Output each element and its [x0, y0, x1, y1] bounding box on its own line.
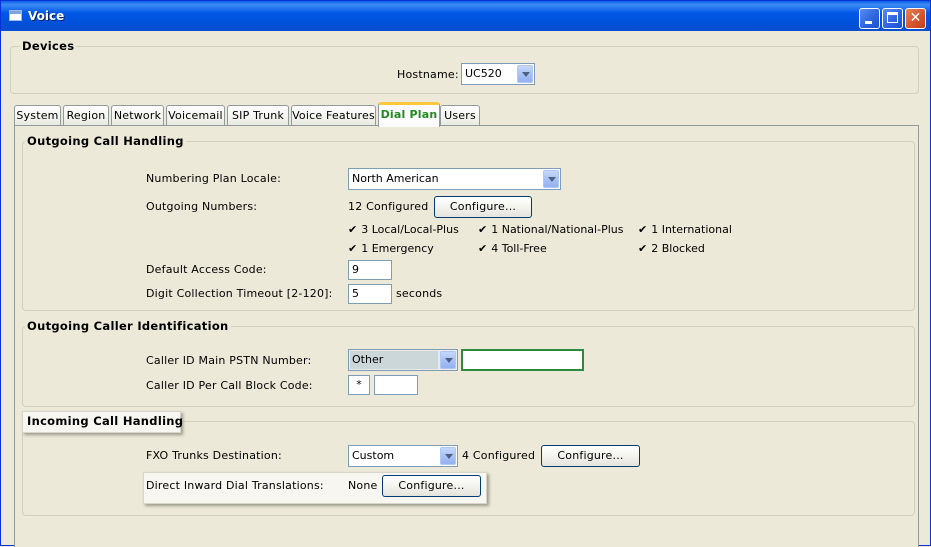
chevron-down-icon: [440, 351, 456, 369]
check-blocked-text: 2 Blocked: [651, 242, 705, 255]
default-access-code-label: Default Access Code:: [146, 263, 267, 276]
fxo-trunks-destination-select[interactable]: Custom: [348, 445, 458, 467]
fxo-trunks-configure-button[interactable]: Configure...: [541, 445, 640, 467]
checkmark-icon: ✔: [638, 242, 648, 255]
maximize-icon: [887, 12, 898, 23]
fxo-trunks-destination-value: Custom: [352, 449, 395, 462]
outgoing-caller-id-legend: Outgoing Caller Identification: [25, 319, 231, 333]
digit-timeout-label: Digit Collection Timeout [2-120]:: [146, 287, 333, 300]
chevron-down-icon: [440, 447, 456, 465]
digit-timeout-input[interactable]: 5: [348, 284, 392, 304]
did-translations-label: Direct Inward Dial Translations:: [146, 479, 324, 492]
tab-users[interactable]: Users: [440, 105, 480, 126]
chevron-down-icon: [517, 65, 533, 83]
maximize-button[interactable]: [882, 8, 903, 29]
did-translations-configure-button[interactable]: Configure...: [382, 475, 481, 497]
outgoing-numbers-configure-button[interactable]: Configure...: [434, 196, 532, 218]
tab-sip-trunk[interactable]: SIP Trunk: [227, 105, 289, 126]
check-national-text: 1 National/National-Plus: [491, 223, 624, 236]
check-international-text: 1 International: [651, 223, 732, 236]
outgoing-call-handling-legend: Outgoing Call Handling: [25, 134, 186, 148]
caller-id-block-code-prefix: *: [348, 375, 370, 395]
incoming-call-handling-legend: Incoming Call Handling: [27, 414, 184, 428]
tab-voice-features[interactable]: Voice Features: [291, 105, 376, 126]
tab-voicemail[interactable]: Voicemail: [166, 105, 225, 126]
app-icon: [9, 10, 22, 21]
check-toll-free-text: 4 Toll-Free: [491, 242, 547, 255]
check-emergency: ✔ 1 Emergency: [348, 242, 434, 255]
fxo-trunks-destination-label: FXO Trunks Destination:: [146, 449, 282, 462]
tab-system[interactable]: System: [14, 105, 61, 126]
default-access-code-input[interactable]: 9: [348, 260, 392, 280]
check-international: ✔ 1 International: [638, 223, 732, 236]
chevron-down-icon: [543, 170, 559, 188]
checkmark-icon: ✔: [348, 242, 358, 255]
tab-region[interactable]: Region: [63, 105, 109, 126]
tab-network[interactable]: Network: [111, 105, 164, 126]
hostname-value: UC520: [465, 67, 502, 80]
caller-id-block-code-input[interactable]: [374, 375, 418, 395]
minimize-button[interactable]: [859, 8, 880, 29]
hostname-select[interactable]: UC520: [461, 63, 535, 85]
check-blocked: ✔ 2 Blocked: [638, 242, 705, 255]
window-title: Voice: [28, 9, 65, 23]
digit-timeout-unit: seconds: [396, 287, 443, 300]
did-translations-status: None: [348, 479, 378, 492]
outgoing-numbers-status: 12 Configured: [348, 200, 429, 213]
check-toll-free: ✔ 4 Toll-Free: [478, 242, 547, 255]
voice-window: Voice ✕ Devices Hostname: UC520 System R…: [0, 0, 931, 547]
check-local-text: 3 Local/Local-Plus: [361, 223, 459, 236]
hostname-label: Hostname:: [397, 68, 459, 81]
numbering-plan-locale-label: Numbering Plan Locale:: [146, 172, 281, 185]
outgoing-call-handling-group: [22, 141, 915, 311]
checkmark-icon: ✔: [478, 242, 488, 255]
numbering-plan-locale-select[interactable]: North American: [348, 168, 561, 190]
tab-dial-plan[interactable]: Dial Plan: [378, 102, 440, 127]
caller-id-main-number-select[interactable]: Other: [348, 349, 458, 371]
caller-id-main-number-select-value: Other: [350, 351, 438, 369]
outgoing-numbers-label: Outgoing Numbers:: [146, 200, 258, 213]
caller-id-block-code-label: Caller ID Per Call Block Code:: [146, 379, 313, 392]
close-icon: ✕: [909, 10, 922, 26]
minimize-icon: [865, 21, 872, 24]
title-bar[interactable]: Voice ✕: [1, 1, 930, 31]
numbering-plan-locale-value: North American: [352, 172, 439, 185]
close-button[interactable]: ✕: [905, 8, 926, 29]
devices-legend: Devices: [20, 39, 77, 53]
caller-id-main-number-input[interactable]: [461, 349, 584, 371]
checkmark-icon: ✔: [638, 223, 648, 236]
check-national: ✔ 1 National/National-Plus: [478, 223, 623, 236]
check-emergency-text: 1 Emergency: [361, 242, 434, 255]
checkmark-icon: ✔: [478, 223, 488, 236]
fxo-trunks-status: 4 Configured: [462, 449, 536, 462]
caller-id-main-number-label: Caller ID Main PSTN Number:: [146, 354, 312, 367]
check-local: ✔ 3 Local/Local-Plus: [348, 223, 459, 236]
checkmark-icon: ✔: [348, 223, 358, 236]
